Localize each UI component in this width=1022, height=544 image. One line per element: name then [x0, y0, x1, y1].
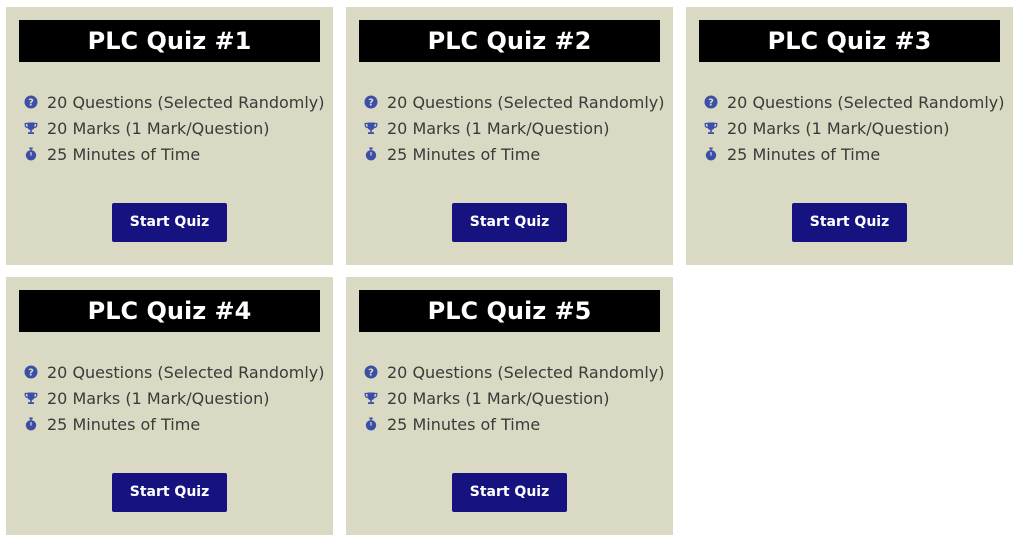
- feature-time: 25 Minutes of Time: [24, 141, 325, 167]
- feature-text: 25 Minutes of Time: [387, 414, 541, 434]
- start-quiz-button[interactable]: Start Quiz: [792, 203, 907, 242]
- svg-text:?: ?: [28, 98, 34, 109]
- feature-text: 25 Minutes of Time: [47, 414, 201, 434]
- feature-marks: 20 Marks (1 Mark/Question): [24, 115, 325, 141]
- question-circle-icon: ?: [364, 365, 378, 379]
- quiz-card-3: PLC Quiz #3 ? 20 Questions (Selected Ran…: [686, 7, 1013, 265]
- trophy-icon: [24, 391, 38, 405]
- feature-questions: ? 20 Questions (Selected Randomly): [364, 359, 665, 385]
- feature-text: 20 Marks (1 Mark/Question): [47, 118, 270, 138]
- feature-marks: 20 Marks (1 Mark/Question): [704, 115, 1005, 141]
- question-circle-icon: ?: [704, 95, 718, 109]
- quiz-card-5: PLC Quiz #5 ? 20 Questions (Selected Ran…: [346, 277, 673, 535]
- svg-text:?: ?: [368, 98, 374, 109]
- feature-marks: 20 Marks (1 Mark/Question): [24, 385, 325, 411]
- quiz-title: PLC Quiz #1: [19, 20, 320, 62]
- quiz-title: PLC Quiz #4: [19, 290, 320, 332]
- svg-text:?: ?: [28, 368, 34, 379]
- quiz-features: ? 20 Questions (Selected Randomly) 20 Ma…: [24, 359, 325, 437]
- feature-time: 25 Minutes of Time: [704, 141, 1005, 167]
- question-circle-icon: ?: [24, 95, 38, 109]
- feature-questions: ? 20 Questions (Selected Randomly): [24, 359, 325, 385]
- feature-text: 25 Minutes of Time: [387, 144, 541, 164]
- start-quiz-button[interactable]: Start Quiz: [452, 203, 567, 242]
- quiz-card-1: PLC Quiz #1 ? 20 Questions (Selected Ran…: [6, 7, 333, 265]
- feature-time: 25 Minutes of Time: [364, 411, 665, 437]
- feature-text: 20 Questions (Selected Randomly): [727, 92, 1005, 112]
- quiz-features: ? 20 Questions (Selected Randomly) 20 Ma…: [364, 359, 665, 437]
- quiz-title: PLC Quiz #3: [699, 20, 1000, 62]
- feature-questions: ? 20 Questions (Selected Randomly): [704, 89, 1005, 115]
- feature-text: 20 Marks (1 Mark/Question): [727, 118, 950, 138]
- trophy-icon: [364, 391, 378, 405]
- start-quiz-button[interactable]: Start Quiz: [112, 203, 227, 242]
- feature-questions: ? 20 Questions (Selected Randomly): [364, 89, 665, 115]
- trophy-icon: [24, 121, 38, 135]
- quiz-card-4: PLC Quiz #4 ? 20 Questions (Selected Ran…: [6, 277, 333, 535]
- feature-text: 20 Marks (1 Mark/Question): [387, 388, 610, 408]
- feature-time: 25 Minutes of Time: [364, 141, 665, 167]
- quiz-title: PLC Quiz #2: [359, 20, 660, 62]
- svg-text:?: ?: [708, 98, 714, 109]
- feature-questions: ? 20 Questions (Selected Randomly): [24, 89, 325, 115]
- stopwatch-icon: [704, 147, 718, 161]
- feature-text: 20 Questions (Selected Randomly): [387, 92, 665, 112]
- stopwatch-icon: [364, 417, 378, 431]
- feature-text: 20 Questions (Selected Randomly): [47, 92, 325, 112]
- quiz-features: ? 20 Questions (Selected Randomly) 20 Ma…: [704, 89, 1005, 167]
- stopwatch-icon: [364, 147, 378, 161]
- feature-text: 20 Questions (Selected Randomly): [387, 362, 665, 382]
- quiz-title: PLC Quiz #5: [359, 290, 660, 332]
- quiz-card-2: PLC Quiz #2 ? 20 Questions (Selected Ran…: [346, 7, 673, 265]
- svg-text:?: ?: [368, 368, 374, 379]
- feature-marks: 20 Marks (1 Mark/Question): [364, 115, 665, 141]
- question-circle-icon: ?: [24, 365, 38, 379]
- trophy-icon: [704, 121, 718, 135]
- start-quiz-button[interactable]: Start Quiz: [112, 473, 227, 512]
- start-quiz-button[interactable]: Start Quiz: [452, 473, 567, 512]
- quiz-features: ? 20 Questions (Selected Randomly) 20 Ma…: [364, 89, 665, 167]
- feature-text: 20 Questions (Selected Randomly): [47, 362, 325, 382]
- question-circle-icon: ?: [364, 95, 378, 109]
- feature-text: 20 Marks (1 Mark/Question): [387, 118, 610, 138]
- feature-time: 25 Minutes of Time: [24, 411, 325, 437]
- feature-marks: 20 Marks (1 Mark/Question): [364, 385, 665, 411]
- quiz-features: ? 20 Questions (Selected Randomly) 20 Ma…: [24, 89, 325, 167]
- stopwatch-icon: [24, 147, 38, 161]
- stopwatch-icon: [24, 417, 38, 431]
- feature-text: 25 Minutes of Time: [727, 144, 881, 164]
- feature-text: 20 Marks (1 Mark/Question): [47, 388, 270, 408]
- trophy-icon: [364, 121, 378, 135]
- feature-text: 25 Minutes of Time: [47, 144, 201, 164]
